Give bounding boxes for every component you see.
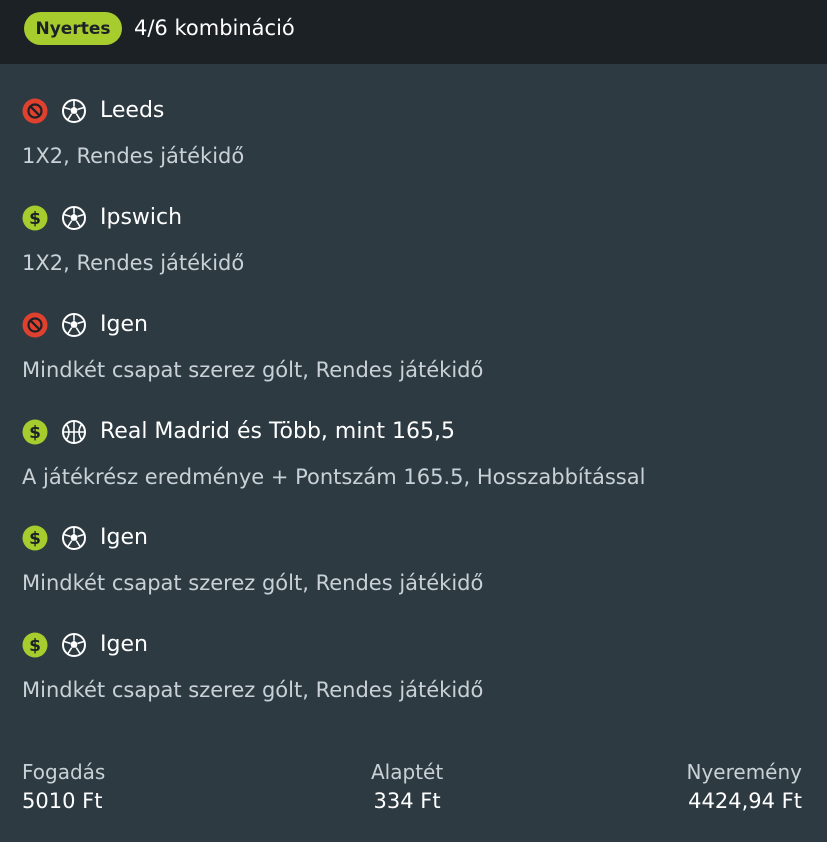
no-symbol-icon (22, 98, 48, 124)
base-stake-value: 334 Ft (373, 789, 441, 813)
selection-row: $ Igen Mindkét csapat szerez gólt, Rendes … (22, 525, 812, 605)
winnings-label: Nyeremény (686, 760, 803, 784)
selection-row: Leeds 1X2, Rendes játékidő (22, 98, 812, 178)
dollar-icon: $ (22, 632, 48, 658)
no-symbol-icon (22, 312, 48, 338)
selection-title: Igen (100, 312, 148, 337)
base-stake-label: Alaptét (371, 760, 444, 784)
base-stake-block: Alaptét 334 Ft (371, 758, 443, 816)
selection-market: Mindkét csapat szerez gólt, Rendes játék… (22, 358, 484, 382)
selection-market: 1X2, Rendes játékidő (22, 144, 245, 168)
svg-text:$: $ (29, 636, 41, 656)
basketball-icon (61, 419, 87, 445)
dollar-icon: $ (22, 419, 48, 445)
status-badge: Nyertes (24, 12, 122, 45)
bet-header: Nyertes 4/6 kombináció (0, 0, 827, 64)
svg-text:$: $ (29, 529, 41, 549)
selection-market: Mindkét csapat szerez gólt, Rendes játék… (22, 571, 484, 595)
selection-market: A játékrész eredménye + Pontszám 165.5, … (22, 465, 646, 489)
selection-title: Igen (100, 632, 148, 657)
stake-label: Fogadás (22, 760, 106, 784)
stake-block: Fogadás 5010 Ft (22, 758, 105, 816)
selection-title: Igen (100, 525, 148, 550)
stake-value: 5010 Ft (22, 789, 103, 813)
soccer-ball-icon (61, 632, 87, 658)
combination-label: 4/6 kombináció (134, 16, 295, 40)
svg-text:$: $ (29, 423, 41, 443)
soccer-ball-icon (61, 525, 87, 551)
svg-text:$: $ (29, 209, 41, 229)
selection-market: Mindkét csapat szerez gólt, Rendes játék… (22, 678, 484, 702)
dollar-icon: $ (22, 205, 48, 231)
soccer-ball-icon (61, 312, 87, 338)
winnings-block: Nyeremény 4424,94 Ft (687, 758, 803, 816)
selection-title: Leeds (100, 98, 165, 123)
selection-row: $ Real Madrid és Több, mint 165,5 A játékr… (22, 419, 812, 499)
dollar-icon: $ (22, 525, 48, 551)
selection-title: Ipswich (100, 205, 183, 230)
selection-row: $ Igen Mindkét csapat szerez gólt, Rendes … (22, 632, 812, 712)
soccer-ball-icon (61, 98, 87, 124)
winnings-value: 4424,94 Ft (688, 789, 802, 813)
selection-title: Real Madrid és Több, mint 165,5 (100, 419, 455, 444)
selection-row: $ Ipswich 1X2, Rendes játékidő (22, 205, 812, 285)
selection-market: 1X2, Rendes játékidő (22, 251, 245, 275)
soccer-ball-icon (61, 205, 87, 231)
selection-row: Igen Mindkét csapat szerez gólt, Rendes j… (22, 312, 812, 392)
